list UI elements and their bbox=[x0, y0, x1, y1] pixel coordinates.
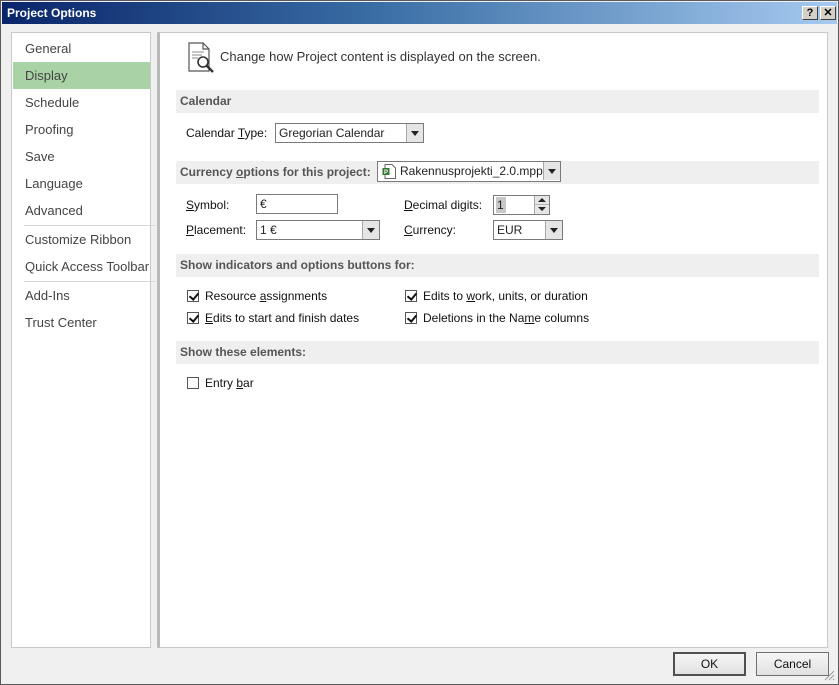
svg-text:P: P bbox=[384, 170, 388, 176]
document-magnifier-icon bbox=[188, 42, 214, 73]
resize-grip-icon[interactable] bbox=[823, 669, 835, 681]
sidebar-item-display[interactable]: Display bbox=[13, 62, 150, 89]
close-button[interactable]: ✕ bbox=[820, 6, 836, 20]
deletions-name-columns-label: Deletions in the Name columns bbox=[423, 311, 590, 325]
sidebar-item-save[interactable]: Save bbox=[13, 143, 150, 170]
project-options-dialog: Project Options ? ✕ General Display Sche… bbox=[0, 0, 839, 685]
currency-project-value: Rakennusprojekti_2.0.mpp bbox=[400, 164, 543, 178]
currency-symbol-input[interactable]: € bbox=[256, 194, 338, 214]
section-calendar-title: Calendar bbox=[176, 90, 819, 113]
help-button[interactable]: ? bbox=[802, 6, 818, 20]
currency-code-select[interactable]: EUR bbox=[493, 220, 563, 240]
currency-code-value: EUR bbox=[497, 223, 523, 237]
chevron-down-icon[interactable] bbox=[543, 162, 560, 180]
sidebar-item-advanced[interactable]: Advanced bbox=[13, 197, 150, 224]
entry-bar-label: Entry bar bbox=[205, 376, 254, 390]
chevron-down-icon[interactable] bbox=[362, 221, 379, 239]
edits-work-units-label: Edits to work, units, or duration bbox=[423, 289, 588, 303]
deletions-name-columns-checkbox[interactable] bbox=[405, 312, 417, 324]
edits-start-finish-checkbox[interactable] bbox=[187, 312, 199, 324]
ok-button[interactable]: OK bbox=[673, 652, 746, 676]
sidebar-item-schedule[interactable]: Schedule bbox=[13, 89, 150, 116]
sidebar-item-trust-center[interactable]: Trust Center bbox=[13, 309, 150, 336]
sidebar-item-add-ins[interactable]: Add-Ins bbox=[13, 282, 150, 309]
decimal-digits-label: Decimal digits: bbox=[404, 198, 483, 212]
calendar-type-value: Gregorian Calendar bbox=[279, 126, 385, 140]
calendar-type-select[interactable]: Gregorian Calendar bbox=[275, 123, 424, 143]
sidebar-item-quick-access-toolbar[interactable]: Quick Access Toolbar bbox=[13, 253, 150, 280]
decimal-digits-value: 1 bbox=[496, 197, 506, 213]
currency-placement-select[interactable]: 1 € bbox=[256, 220, 380, 240]
currency-placement-value: 1 € bbox=[260, 223, 277, 237]
edits-start-finish-label: Edits to start and finish dates bbox=[205, 311, 360, 325]
resource-assignments-checkbox[interactable] bbox=[187, 290, 199, 302]
project-file-icon: P bbox=[382, 164, 396, 179]
cancel-button[interactable]: Cancel bbox=[756, 652, 829, 676]
sidebar-item-customize-ribbon[interactable]: Customize Ribbon bbox=[13, 226, 150, 253]
currency-label: Currency: bbox=[404, 223, 457, 237]
sidebar-item-proofing[interactable]: Proofing bbox=[13, 116, 150, 143]
entry-bar-checkbox[interactable] bbox=[187, 377, 199, 389]
resource-assignments-label: Resource assignments bbox=[205, 289, 328, 303]
chevron-down-icon[interactable] bbox=[406, 124, 423, 142]
decimal-digits-stepper[interactable]: 1 bbox=[493, 195, 550, 215]
symbol-label: Symbol: bbox=[186, 198, 230, 212]
section-indicators-title: Show indicators and options buttons for: bbox=[176, 254, 819, 277]
window-title: Project Options bbox=[7, 6, 97, 20]
chevron-down-icon[interactable] bbox=[534, 205, 549, 214]
display-options-panel: Change how Project content is displayed … bbox=[157, 32, 828, 648]
placement-label: Placement: bbox=[186, 223, 247, 237]
chevron-down-icon[interactable] bbox=[545, 221, 562, 239]
section-elements-title: Show these elements: bbox=[176, 341, 819, 364]
calendar-type-label: Calendar Type: bbox=[186, 126, 268, 140]
sidebar-item-language[interactable]: Language bbox=[13, 170, 150, 197]
sidebar-nav: General Display Schedule Proofing Save L… bbox=[11, 32, 156, 648]
chevron-up-icon[interactable] bbox=[534, 196, 549, 205]
title-bar: Project Options ? ✕ bbox=[2, 2, 837, 24]
currency-project-select[interactable]: P Rakennusprojekti_2.0.mpp bbox=[377, 161, 561, 182]
sidebar-item-general[interactable]: General bbox=[13, 35, 150, 62]
page-description: Change how Project content is displayed … bbox=[220, 49, 541, 64]
edits-work-units-checkbox[interactable] bbox=[405, 290, 417, 302]
